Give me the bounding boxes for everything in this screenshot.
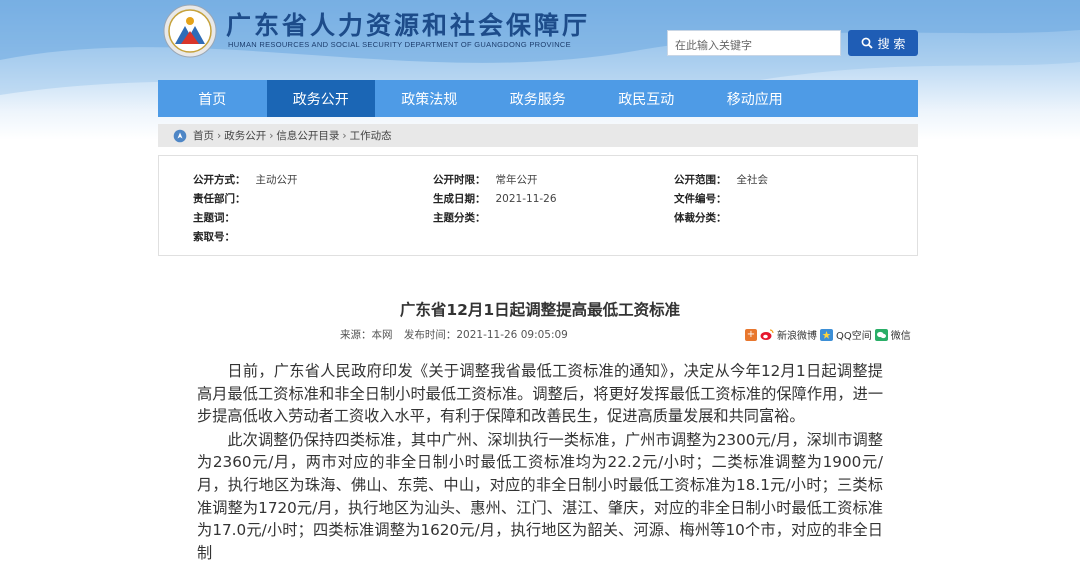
- breadcrumb-government-affairs[interactable]: 政务公开: [224, 128, 266, 143]
- meta-disclosure-scope: 公开范围： 全社会: [674, 174, 768, 186]
- weibo-icon[interactable]: [760, 328, 774, 341]
- article-body: 日前，广东省人民政府印发《关于调整我省最低工资标准的通知》，决定从今年12月1日…: [197, 360, 883, 564]
- breadcrumb-separator: ›: [342, 129, 347, 142]
- breadcrumb-work-news[interactable]: 工作动态: [350, 128, 392, 143]
- document-metadata-panel: 公开方式： 主动公开 责任部门： 主题词： 索取号： 公开时限： 常年公开 生成日期…: [158, 155, 918, 256]
- nav-item-interaction[interactable]: 政民互动: [592, 80, 701, 117]
- breadcrumb-separator: ›: [217, 129, 222, 142]
- article-paragraph: 日前，广东省人民政府印发《关于调整我省最低工资标准的通知》，决定从今年12月1日…: [197, 362, 883, 426]
- share-wechat-label[interactable]: 微信: [891, 327, 911, 342]
- share-bar: + 新浪微博 QQ空间 微信: [745, 327, 911, 342]
- meta-document-number: 文件编号：: [674, 193, 727, 205]
- wechat-icon[interactable]: [874, 328, 888, 341]
- nav-item-mobile-apps[interactable]: 移动应用: [701, 80, 810, 117]
- article-meta: 来源：本网 发布时间：2021-11-26 09:05:09: [340, 327, 576, 342]
- breadcrumb-separator: ›: [269, 129, 274, 142]
- site-title-chinese: 广东省人力资源和社会保障厅: [226, 11, 591, 40]
- main-navigation: 首页 政务公开 政策法规 政务服务 政民互动 移动应用: [158, 80, 918, 117]
- article-publish-time: 发布时间：2021-11-26 09:05:09: [403, 329, 568, 341]
- meta-disclosure-method: 公开方式： 主动公开: [193, 174, 298, 186]
- meta-generated-date: 生成日期： 2021-11-26: [433, 193, 557, 205]
- breadcrumb: 首页 › 政务公开 › 信息公开目录 › 工作动态: [158, 124, 918, 147]
- share-weibo-label[interactable]: 新浪微博: [777, 327, 817, 342]
- nav-item-policies[interactable]: 政策法规: [375, 80, 484, 117]
- meta-disclosure-period: 公开时限： 常年公开: [433, 174, 538, 186]
- search-button[interactable]: 搜 索: [848, 30, 918, 56]
- meta-index-number: 索取号：: [193, 231, 235, 243]
- search-input[interactable]: 在此输入关键字: [667, 30, 841, 56]
- location-icon: [173, 129, 187, 142]
- nav-item-government-affairs[interactable]: 政务公开: [266, 80, 375, 117]
- search-icon: [861, 37, 873, 49]
- share-plus-icon[interactable]: +: [745, 328, 757, 341]
- article-paragraph: 此次调整仍保持四类标准，其中广州、深圳执行一类标准，广州市调整为2300元/月，…: [197, 430, 883, 562]
- breadcrumb-home[interactable]: 首页: [193, 128, 214, 143]
- share-qzone-label[interactable]: QQ空间: [836, 327, 872, 342]
- meta-topic-category: 主题分类：: [433, 212, 486, 224]
- nav-item-services[interactable]: 政务服务: [484, 80, 593, 117]
- article-source: 来源：本网: [340, 329, 393, 341]
- nav-item-home[interactable]: 首页: [158, 80, 267, 117]
- department-logo-icon[interactable]: [163, 4, 217, 58]
- article-title: 广东省12月1日起调整提高最低工资标准: [399, 301, 681, 319]
- meta-keywords: 主题词：: [193, 212, 235, 224]
- site-title-english: HUMAN RESOURCES AND SOCIAL SECURITY DEPA…: [228, 40, 571, 49]
- meta-responsible-dept: 责任部门：: [193, 193, 246, 205]
- meta-genre-category: 体裁分类：: [674, 212, 727, 224]
- qzone-icon[interactable]: [820, 328, 833, 341]
- breadcrumb-info-directory[interactable]: 信息公开目录: [276, 128, 339, 143]
- search-button-label: 搜 索: [877, 36, 906, 51]
